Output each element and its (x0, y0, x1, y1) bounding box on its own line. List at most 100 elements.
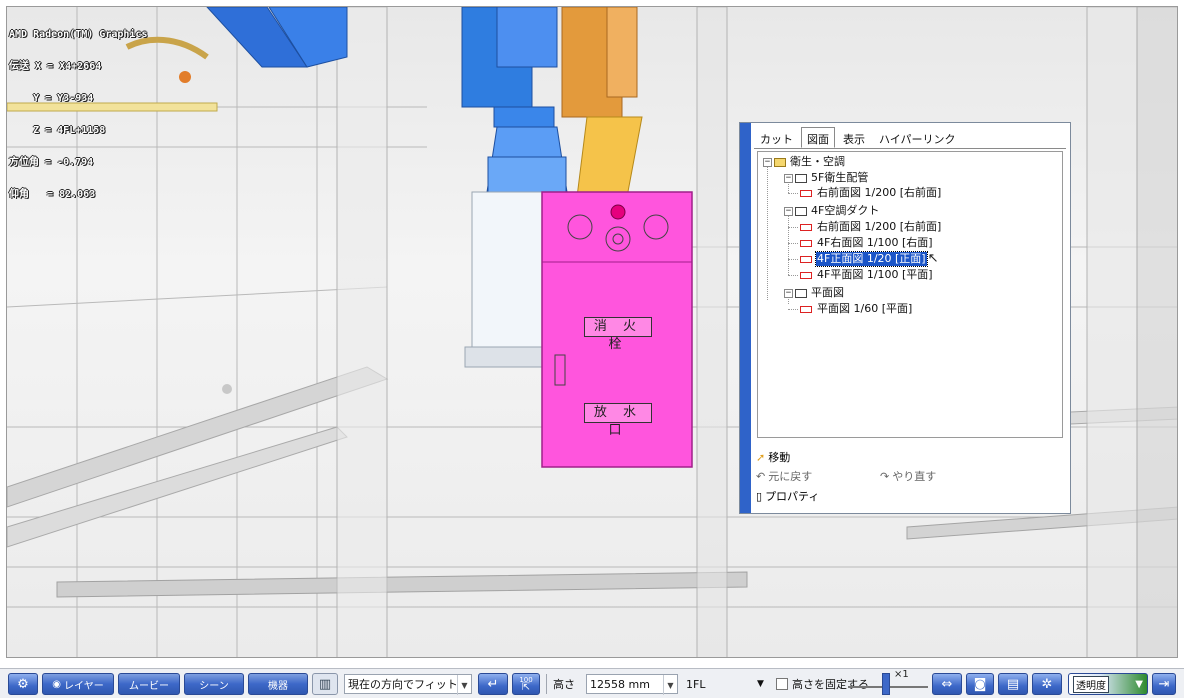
fit-mode-select[interactable]: 現在の方向でフィット ▼ (344, 674, 472, 695)
cabinet-label-hydrant: 消 火 栓 (584, 317, 652, 352)
hud-azimuth: 方位角 = -0.794 (9, 157, 94, 168)
fit-mode-value: 現在の方向でフィット (348, 678, 458, 691)
undo-action[interactable]: ↶ 元に戻す (756, 468, 812, 484)
speed-value: ×1 (894, 669, 909, 680)
coordinate-readout: AMD Radeon(TM) Graphics 伝送 X = X4+2664 Y… (9, 9, 147, 222)
drawing-tree[interactable]: − 衛生・空調 − 5F衛生配管 右前面図 1/200 [右前面] − 4F空調… (757, 151, 1063, 438)
drawing-icon (800, 239, 812, 247)
height-label: 高さ (553, 678, 575, 691)
zoom-reset-button[interactable]: 100 ⇱ (512, 673, 540, 695)
fix-height-checkbox[interactable] (776, 678, 788, 690)
collapse-icon[interactable]: − (784, 206, 793, 216)
tree-node-drawing-selected[interactable]: 4F正面図 1/20 [正面] ↖ (800, 251, 939, 267)
height-value: 12558 mm (590, 677, 650, 691)
redo-action[interactable]: ↷ やり直す (880, 468, 936, 484)
layer-button[interactable]: ◉ レイヤー (42, 673, 114, 695)
tree-label: 4F空調ダクト (811, 204, 880, 217)
cursor-pointer-icon: ↖ (927, 251, 939, 266)
bottom-toolbar: ⚙ ◉ レイヤー ムービー シーン 機器 ▥ 現在の方向でフィット ▼ ↵ 10… (0, 668, 1184, 698)
hud-z: Z = 4FL+1158 (9, 125, 106, 136)
tree-label: 衛生・空調 (790, 155, 845, 168)
folder-icon (795, 288, 807, 298)
collapse-icon[interactable]: − (763, 157, 772, 167)
dial-icon: ✲ (1041, 676, 1053, 692)
pan-button[interactable]: ⇔ (932, 673, 962, 695)
printer-icon: ▤ (1006, 676, 1020, 692)
tree-node-drawing[interactable]: 4F右面図 1/100 [右面] (800, 236, 934, 250)
panel-icon: ▥ (318, 676, 332, 692)
tab-hyperlink[interactable]: ハイパーリンク (873, 127, 962, 148)
panel-accent-bar (740, 123, 751, 513)
transparency-button[interactable]: 透明度 ▼ (1068, 673, 1148, 695)
view-settings-button[interactable]: ✲ (1032, 673, 1062, 695)
tree-node-drawing[interactable]: 右前面図 1/200 [右前面] (800, 186, 942, 200)
properties-action[interactable]: ▯ プロパティ (756, 488, 819, 504)
tab-display[interactable]: 表示 (837, 127, 871, 148)
tree-label: 5F衛生配管 (811, 171, 869, 184)
hud-gpu: AMD Radeon(TM) Graphics (9, 29, 148, 40)
drawing-icon (800, 189, 812, 197)
gear-icon: ⚙ (17, 676, 29, 692)
tree-label: 4F平面図 1/100 [平面] (817, 268, 933, 281)
zoom-arrow-icon: ⇱ (521, 682, 531, 693)
cabinet-label-discharge: 放 水 口 (584, 403, 652, 438)
tree-label: 右前面図 1/200 [右前面] (817, 186, 942, 199)
collapse-icon[interactable]: − (784, 288, 793, 298)
tree-label: 4F右面図 1/100 [右面] (817, 236, 933, 249)
transparency-label: 透明度 (1073, 675, 1109, 693)
movie-button[interactable]: ムービー (118, 673, 180, 695)
tree-node-root[interactable]: − 衛生・空調 (763, 155, 846, 169)
tree-label: 右前面図 1/200 [右前面] (817, 220, 942, 233)
enter-icon: ↵ (487, 676, 499, 692)
print-button[interactable]: ▤ (998, 673, 1028, 695)
drawing-icon (800, 223, 812, 231)
scene-label: シーン (199, 680, 229, 692)
enter-button[interactable]: ↵ (478, 673, 508, 695)
panel-toggle-button[interactable]: ▥ (312, 673, 338, 695)
settings-button[interactable]: ⚙ (8, 673, 38, 695)
drawing-icon (800, 271, 812, 279)
height-input[interactable]: 12558 mm ▼ (586, 674, 678, 695)
slider-thumb[interactable] (882, 673, 890, 695)
drawing-panel: カット 図面 表示 ハイパーリンク − 衛生・空調 − 5F衛生配管 右前面図 … (739, 122, 1071, 514)
folder-icon (795, 173, 807, 183)
panel-tabs: カット 図面 表示 ハイパーリンク (754, 127, 964, 149)
drawing-icon (800, 255, 812, 263)
chevron-down-icon: ▼ (663, 675, 677, 695)
equipment-button[interactable]: 機器 (248, 673, 308, 695)
move-label: 移動 (768, 451, 791, 464)
floor-dropdown[interactable]: ▼ (754, 674, 770, 694)
redo-label: やり直す (892, 470, 937, 483)
tree-label: 平面図 (811, 286, 844, 299)
tree-node-drawing[interactable]: 右前面図 1/200 [右前面] (800, 220, 942, 234)
camera-button[interactable]: ◙ (966, 673, 994, 695)
tab-cut[interactable]: カット (754, 127, 799, 148)
drawing-icon (800, 305, 812, 313)
tree-node-drawing[interactable]: 4F平面図 1/100 [平面] (800, 268, 934, 282)
properties-icon: ▯ (756, 489, 763, 503)
tree-node-group[interactable]: − 5F衛生配管 (784, 171, 869, 185)
move-action[interactable]: ➚ 移動 (756, 449, 790, 465)
tree-node-group[interactable]: − 平面図 (784, 286, 845, 300)
speed-slider[interactable]: ×1 (848, 669, 928, 695)
tree-label: 4F正面図 1/20 [正面] (815, 251, 928, 267)
move-icon: ➚ (756, 450, 766, 464)
folder-icon (795, 206, 807, 216)
equipment-label: 機器 (268, 680, 288, 692)
pin-icon: ⇥ (1158, 676, 1170, 692)
layer-icon: ◉ (52, 678, 62, 690)
redo-icon: ↷ (880, 469, 890, 483)
scene-button[interactable]: シーン (184, 673, 244, 695)
hud-x: 伝送 X = X4+2664 (9, 61, 102, 72)
hud-elevation: 仰角 = 82.063 (9, 189, 96, 200)
collapse-icon[interactable]: − (784, 173, 793, 183)
pan-arrows-icon: ⇔ (941, 676, 953, 692)
camera-icon: ◙ (973, 676, 987, 692)
tab-divider (754, 148, 1066, 149)
undo-icon: ↶ (756, 469, 766, 483)
tree-node-drawing[interactable]: 平面図 1/60 [平面] (800, 302, 913, 316)
tree-node-group[interactable]: − 4F空調ダクト (784, 204, 880, 218)
hud-y: Y = Y3-934 (9, 93, 94, 104)
tab-drawings[interactable]: 図面 (801, 127, 835, 148)
pin-button[interactable]: ⇥ (1152, 673, 1176, 695)
